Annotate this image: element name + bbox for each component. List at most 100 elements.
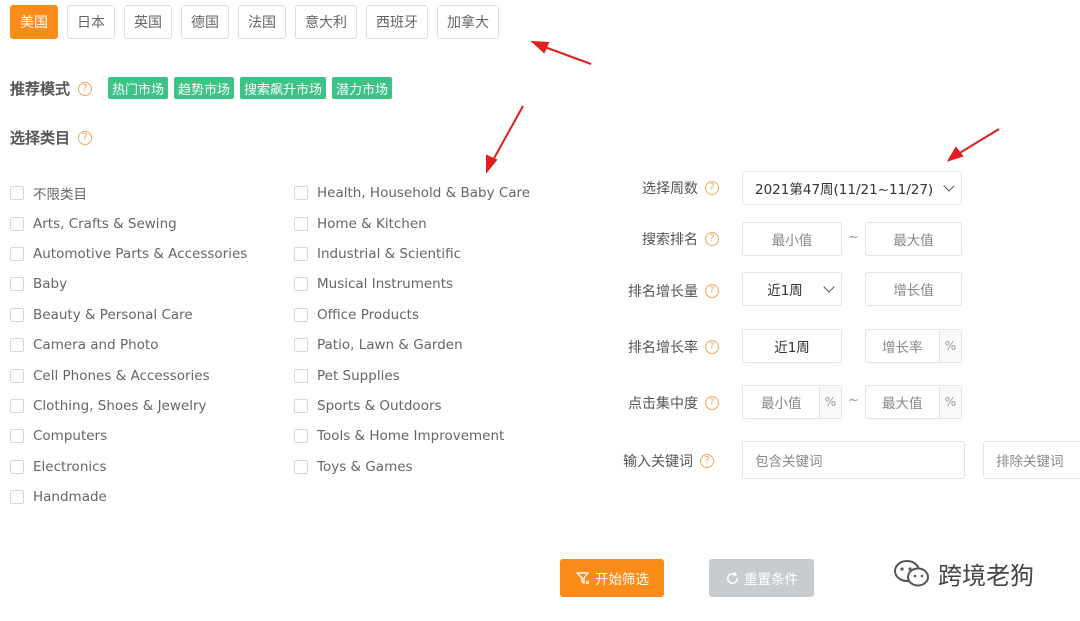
exclude-keywords-input[interactable]: 排除关键词 [983, 441, 1080, 479]
category-item[interactable]: Automotive Parts & Accessories [10, 239, 247, 269]
category-item[interactable]: Tools & Home Improvement [294, 421, 530, 451]
category-item[interactable]: Clothing, Shoes & Jewelry [10, 391, 247, 421]
category-label-text: 选择类目 [10, 129, 71, 147]
checkbox[interactable] [10, 429, 24, 444]
category-item[interactable]: Cell Phones & Accessories [10, 360, 247, 390]
country-tab-fr[interactable]: 法国 [238, 5, 286, 39]
category-item[interactable]: Computers [10, 421, 247, 451]
mode-tag-trend[interactable]: 趋势市场 [174, 77, 235, 99]
click-concentration-min-input[interactable]: 最小值 % [742, 385, 842, 419]
arrow-icon [530, 40, 592, 65]
category-item[interactable]: Home & Kitchen [294, 208, 530, 238]
watermark-text: 跨境老狗 [938, 562, 1034, 590]
country-tab-es[interactable]: 西班牙 [366, 5, 428, 39]
search-rank-max-input[interactable]: 最大值 [865, 222, 962, 256]
checkbox[interactable] [10, 368, 24, 383]
checkbox[interactable] [10, 459, 24, 474]
country-tabs: 美国 日本 英国 德国 法国 意大利 西班牙 加拿大 [10, 5, 499, 39]
help-icon[interactable]: ? [78, 130, 93, 145]
country-tab-jp[interactable]: 日本 [67, 5, 115, 39]
week-select[interactable]: 2021第47周(11/21~11/27) [742, 171, 962, 205]
country-tab-de[interactable]: 德国 [181, 5, 229, 39]
country-tab-us[interactable]: 美国 [10, 5, 58, 39]
help-icon[interactable]: ? [705, 340, 719, 354]
category-item[interactable]: Baby [10, 269, 247, 299]
category-item[interactable]: Toys & Games [294, 452, 530, 482]
checkbox[interactable] [10, 216, 24, 231]
keywords-label: 输入关键词 ? [623, 451, 714, 471]
checkbox[interactable] [294, 398, 308, 413]
category-column-2: Health, Household & Baby Care Home & Kit… [294, 178, 530, 482]
rank-growth-input[interactable]: 增长值 [865, 272, 962, 306]
category-item[interactable]: Pet Supplies [294, 360, 530, 390]
category-item[interactable]: Industrial & Scientific [294, 239, 530, 269]
checkbox[interactable] [294, 338, 308, 353]
checkbox[interactable] [10, 186, 24, 201]
rank-growth-label: 排名增长量 ? [628, 281, 719, 301]
category-label: 选择类目 ? [10, 127, 93, 148]
mode-tag-potential[interactable]: 潜力市场 [332, 77, 393, 99]
mode-tag-search-surge[interactable]: 搜索飙升市场 [240, 77, 327, 99]
checkbox[interactable] [294, 246, 308, 261]
checkbox[interactable] [10, 277, 24, 292]
category-item[interactable]: Patio, Lawn & Garden [294, 330, 530, 360]
help-icon[interactable]: ? [705, 181, 719, 195]
percent-unit: % [819, 386, 841, 418]
help-icon[interactable]: ? [78, 81, 93, 96]
country-tab-it[interactable]: 意大利 [295, 5, 357, 39]
checkbox[interactable] [294, 186, 308, 201]
help-icon[interactable]: ? [705, 284, 719, 298]
chevron-down-icon [823, 281, 835, 293]
checkbox[interactable] [10, 307, 24, 322]
category-item[interactable]: Office Products [294, 300, 530, 330]
checkbox[interactable] [10, 246, 24, 261]
percent-unit: % [939, 330, 961, 362]
checkbox[interactable] [10, 398, 24, 413]
range-dash: ~ [848, 393, 859, 408]
category-item[interactable]: Electronics [10, 452, 247, 482]
search-rank-label: 搜索排名 ? [642, 229, 719, 249]
checkbox[interactable] [294, 277, 308, 292]
rank-growth-period-select[interactable]: 近1周 [742, 272, 842, 306]
category-column-1: 不限类目 Arts, Crafts & Sewing Automotive Pa… [10, 178, 247, 512]
category-item[interactable]: Camera and Photo [10, 330, 247, 360]
chevron-down-icon [943, 180, 955, 192]
country-tab-ca[interactable]: 加拿大 [437, 5, 499, 39]
click-concentration-max-input[interactable]: 最大值 % [865, 385, 962, 419]
checkbox[interactable] [294, 459, 308, 474]
checkbox[interactable] [294, 368, 308, 383]
start-filter-button[interactable]: 开始筛选 [560, 559, 664, 597]
category-item[interactable]: 不限类目 [10, 178, 247, 208]
checkbox[interactable] [294, 429, 308, 444]
arrow-icon [946, 128, 1000, 162]
help-icon[interactable]: ? [700, 454, 714, 468]
range-dash: ~ [848, 230, 859, 245]
reset-button[interactable]: 重置条件 [709, 559, 814, 597]
category-item[interactable]: Sports & Outdoors [294, 391, 530, 421]
include-keywords-input[interactable]: 包含关键词 [742, 441, 965, 479]
recommend-mode-label: 推荐模式 ? [10, 78, 93, 99]
mode-tags: 热门市场 趋势市场 搜索飙升市场 潜力市场 [108, 77, 393, 99]
help-icon[interactable]: ? [705, 232, 719, 246]
rank-growth-rate-period[interactable]: 近1周 [742, 329, 842, 363]
category-item[interactable]: Health, Household & Baby Care [294, 178, 530, 208]
rank-growth-rate-input[interactable]: 增长率 % [865, 329, 962, 363]
recommend-mode-text: 推荐模式 [10, 80, 71, 98]
checkbox[interactable] [294, 307, 308, 322]
category-item[interactable]: Musical Instruments [294, 269, 530, 299]
checkbox[interactable] [10, 490, 24, 505]
checkbox[interactable] [10, 338, 24, 353]
category-item[interactable]: Beauty & Personal Care [10, 300, 247, 330]
watermark: 跨境老狗 [892, 556, 1034, 591]
help-icon[interactable]: ? [705, 396, 719, 410]
category-item[interactable]: Arts, Crafts & Sewing [10, 208, 247, 238]
mode-tag-hot[interactable]: 热门市场 [108, 77, 169, 99]
country-tab-uk[interactable]: 英国 [124, 5, 172, 39]
percent-unit: % [939, 386, 961, 418]
week-label: 选择周数 ? [642, 178, 719, 198]
arrow-icon [486, 105, 524, 174]
category-item[interactable]: Handmade [10, 482, 247, 512]
search-rank-min-input[interactable]: 最小值 [742, 222, 842, 256]
checkbox[interactable] [294, 216, 308, 231]
wechat-icon [894, 559, 929, 586]
